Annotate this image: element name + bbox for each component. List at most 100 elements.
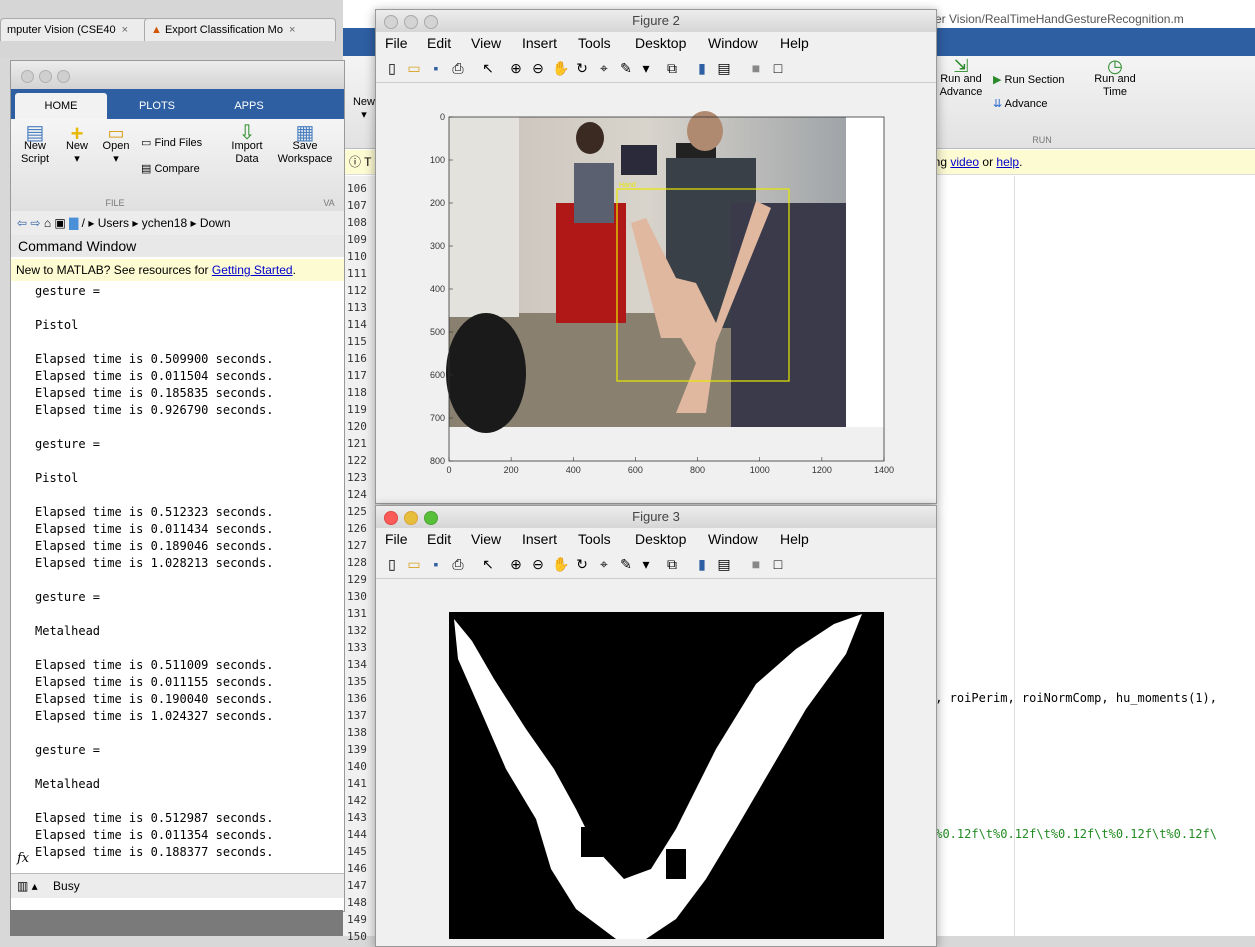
link-icon[interactable]: ⧉ <box>664 556 680 572</box>
video-link[interactable]: video <box>950 155 979 169</box>
run-section-button[interactable]: ▶ Run Section <box>993 74 1093 87</box>
open-icon[interactable]: ▭ <box>406 556 422 572</box>
new-script-button[interactable]: ▤ New Script <box>15 123 55 166</box>
help-link[interactable]: help <box>996 155 1019 169</box>
close-window-button[interactable] <box>384 511 398 525</box>
menu-tools[interactable]: Tools <box>578 528 611 550</box>
minimize-window-button[interactable] <box>404 15 418 29</box>
back-icon[interactable]: ⇦ <box>17 216 27 230</box>
menu-edit[interactable]: Edit <box>427 32 451 54</box>
open-button[interactable]: ▭ Open ▾ <box>99 124 133 166</box>
menu-help[interactable]: Help <box>780 32 809 54</box>
pointer-icon[interactable]: ↖ <box>480 60 496 76</box>
find-files-button[interactable]: ▭ Find Files <box>141 137 221 150</box>
colorbar-icon[interactable]: ▮ <box>694 60 710 76</box>
zoom-window-button[interactable] <box>424 511 438 525</box>
menu-window[interactable]: Window <box>708 528 758 550</box>
menu-file[interactable]: File <box>385 32 408 54</box>
zoom-out-icon[interactable]: ⊖ <box>530 60 546 76</box>
binary-mask-image[interactable] <box>376 579 936 939</box>
brush-icon[interactable]: ✎ <box>618 556 634 572</box>
zoom-in-icon[interactable]: ⊕ <box>508 60 524 76</box>
new-figure-icon[interactable]: ▯ <box>384 60 400 76</box>
print-icon[interactable]: ⎙ <box>450 556 466 572</box>
data-cursor-icon[interactable]: ⌖ <box>596 556 612 572</box>
close-window-button[interactable] <box>21 70 34 83</box>
new-button[interactable]: New ▾ <box>351 96 377 122</box>
menu-tools[interactable]: Tools <box>578 32 611 54</box>
getting-started-link[interactable]: Getting Started <box>212 263 293 277</box>
advance-button[interactable]: ⇊ Advance <box>993 98 1093 111</box>
minimize-window-button[interactable] <box>39 70 52 83</box>
zoom-out-icon[interactable]: ⊖ <box>530 556 546 572</box>
minimize-window-button[interactable] <box>404 511 418 525</box>
hide-plot-tools-icon[interactable]: ■ <box>748 60 764 76</box>
up-folder-icon[interactable]: ⌂ <box>44 216 51 230</box>
menu-window[interactable]: Window <box>708 32 758 54</box>
line-number: 150 <box>347 930 367 943</box>
tab-plots[interactable]: PLOTS <box>115 93 199 119</box>
fx-prompt-icon[interactable]: fx <box>17 851 29 866</box>
menu-insert[interactable]: Insert <box>522 528 557 550</box>
menu-desktop[interactable]: Desktop <box>635 528 686 550</box>
browser-tab[interactable]: mputer Vision (CSE40 × <box>0 18 152 41</box>
menu-view[interactable]: View <box>471 528 501 550</box>
rotate-icon[interactable]: ↻ <box>574 60 590 76</box>
compare-button[interactable]: ▤ Compare <box>141 163 221 176</box>
pan-icon[interactable]: ✋ <box>552 60 569 76</box>
run-advance-button[interactable]: ⇲ Run and Advance <box>937 57 985 99</box>
pointer-icon[interactable]: ↖ <box>480 556 496 572</box>
code-line-144[interactable]: t%0.12f\t%0.12f\t%0.12f\t%0.12f\t%0.12f\ <box>928 827 1217 841</box>
hide-plot-tools-icon[interactable]: ■ <box>748 556 764 572</box>
save-workspace-button[interactable]: ▦ Save Workspace <box>273 123 337 166</box>
run-and-time-button[interactable]: ◷ Run and Time <box>1087 57 1143 99</box>
close-icon[interactable]: × <box>122 24 128 36</box>
pan-icon[interactable]: ✋ <box>552 556 569 572</box>
matlab-main-window: HOME PLOTS APPS ▤ New Script + New ▾ ▭ Op… <box>10 60 345 912</box>
line-number: 124 <box>347 488 367 501</box>
y-tick-label: 100 <box>430 155 445 165</box>
link-icon[interactable]: ⧉ <box>664 60 680 76</box>
line-number: 108 <box>347 216 367 229</box>
address-bar[interactable]: ⇦ ⇨ ⌂ ▣ ▇ / ▸ Users ▸ ychen18 ▸ Down <box>11 211 344 236</box>
menu-file[interactable]: File <box>385 528 408 550</box>
open-icon[interactable]: ▭ <box>406 60 422 76</box>
menu-view[interactable]: View <box>471 32 501 54</box>
zoom-window-button[interactable] <box>424 15 438 29</box>
forward-icon[interactable]: ⇨ <box>30 216 40 230</box>
rotate-icon[interactable]: ↻ <box>574 556 590 572</box>
save-icon[interactable]: ▪ <box>428 556 444 572</box>
save-icon[interactable]: ▪ <box>428 60 444 76</box>
show-plot-tools-icon[interactable]: □ <box>770 60 786 76</box>
legend-icon[interactable]: ▤ <box>716 60 732 76</box>
import-data-button[interactable]: ⇩ Import Data <box>225 123 269 166</box>
tab-apps[interactable]: APPS <box>207 93 291 119</box>
menu-help[interactable]: Help <box>780 528 809 550</box>
brush-dropdown-icon[interactable]: ▾ <box>638 556 654 572</box>
command-output[interactable]: gesture = Pistol Elapsed time is 0.50990… <box>35 283 273 861</box>
axes-plot[interactable]: Hand 01002003004005006007008000 200 400 600… <box>376 83 936 503</box>
menu-desktop[interactable]: Desktop <box>635 32 686 54</box>
x-tick-label: 1400 <box>874 465 894 475</box>
colorbar-icon[interactable]: ▮ <box>694 556 710 572</box>
zoom-window-button[interactable] <box>57 70 70 83</box>
menu-insert[interactable]: Insert <box>522 32 557 54</box>
browse-icon[interactable]: ▣ <box>54 216 65 230</box>
legend-icon[interactable]: ▤ <box>716 556 732 572</box>
new-button[interactable]: + New ▾ <box>61 123 93 166</box>
print-icon[interactable]: ⎙ <box>450 60 466 76</box>
figure-2-window: Figure 2 File Edit View Insert Tools Des… <box>375 9 937 504</box>
brush-dropdown-icon[interactable]: ▾ <box>638 60 654 76</box>
close-window-button[interactable] <box>384 15 398 29</box>
tab-home[interactable]: HOME <box>15 93 107 119</box>
zoom-in-icon[interactable]: ⊕ <box>508 556 524 572</box>
new-figure-icon[interactable]: ▯ <box>384 556 400 572</box>
line-number: 145 <box>347 845 367 858</box>
close-icon[interactable]: × <box>289 24 295 36</box>
browser-tab[interactable]: ▲ Export Classification Mo × <box>144 18 336 41</box>
code-line-136[interactable]: a, roiPerim, roiNormComp, hu_moments(1), <box>928 691 1217 705</box>
brush-icon[interactable]: ✎ <box>618 60 634 76</box>
data-cursor-icon[interactable]: ⌖ <box>596 60 612 76</box>
menu-edit[interactable]: Edit <box>427 528 451 550</box>
show-plot-tools-icon[interactable]: □ <box>770 556 786 572</box>
